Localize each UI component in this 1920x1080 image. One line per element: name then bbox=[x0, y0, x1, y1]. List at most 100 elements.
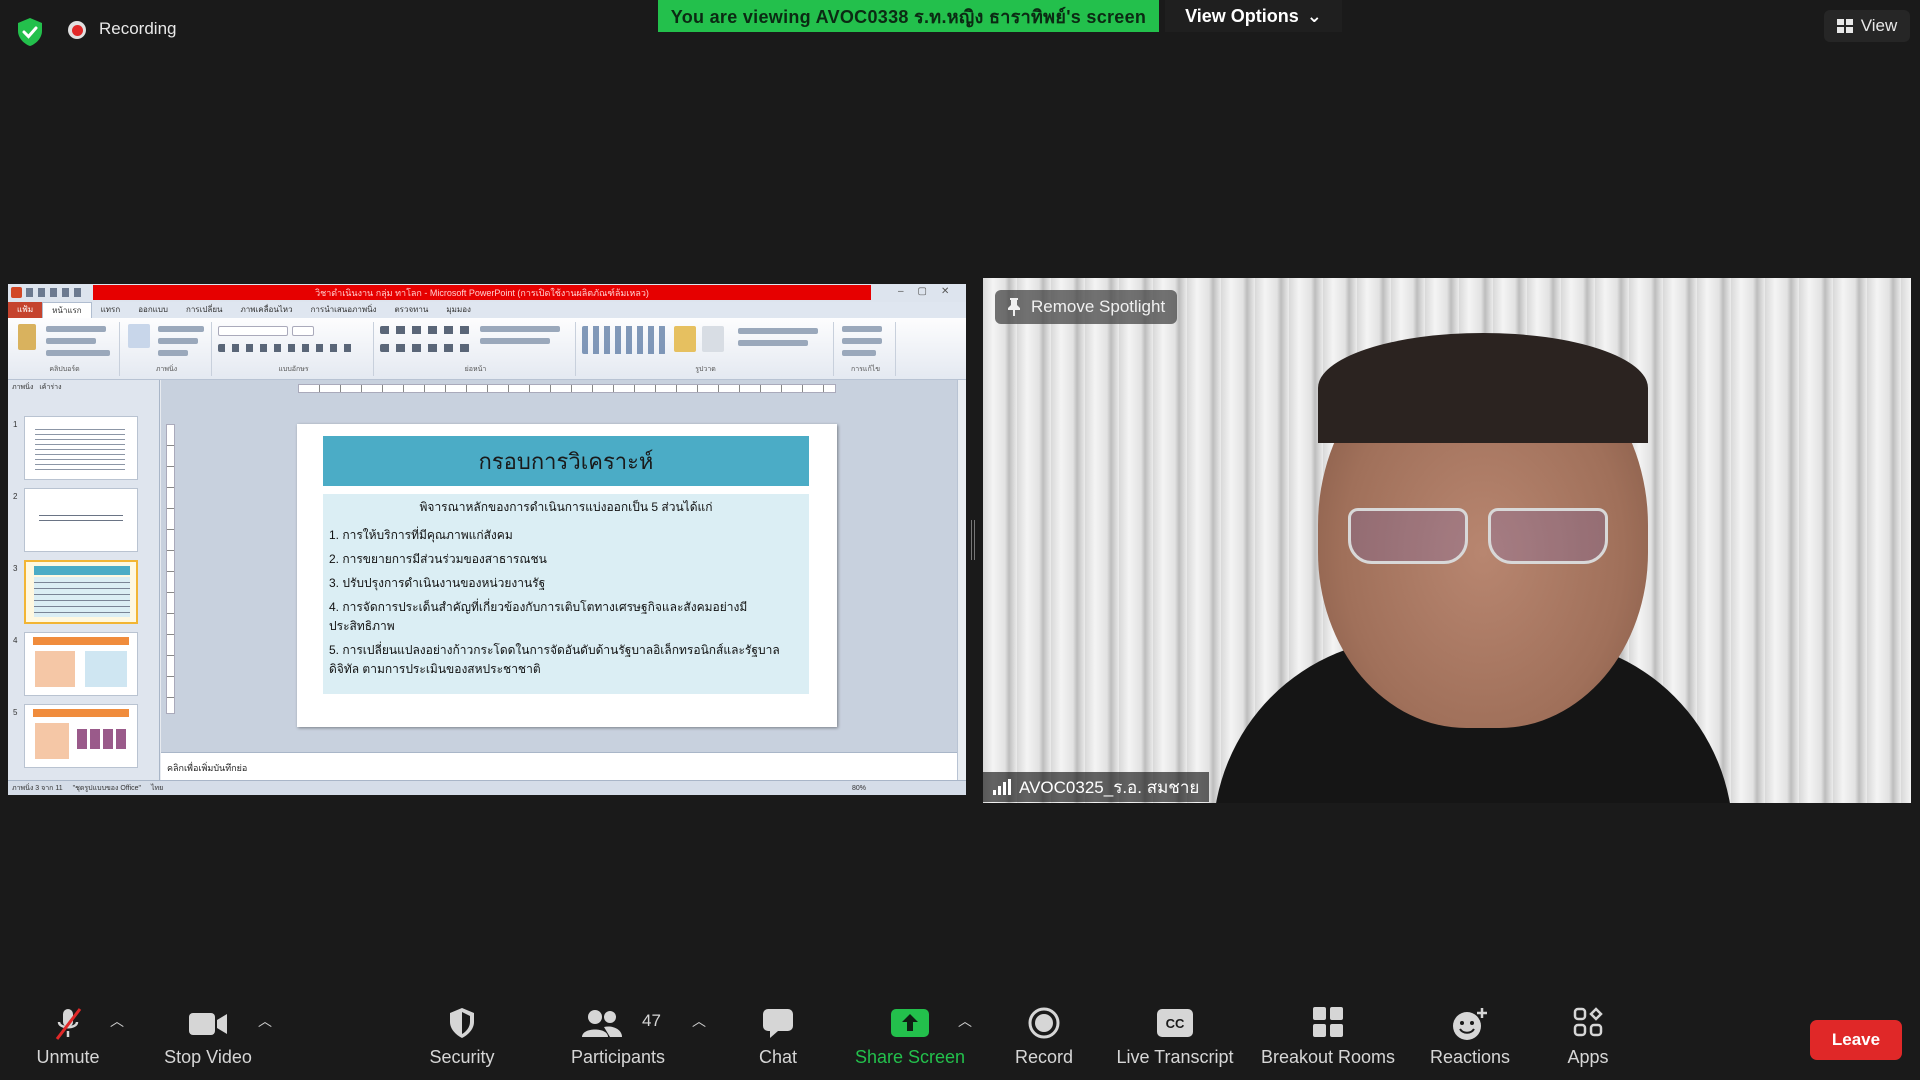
font-size-box bbox=[292, 326, 314, 336]
quick-access-icons bbox=[26, 288, 86, 297]
thumbnail-number: 4 bbox=[13, 636, 18, 645]
live-transcript-label: Live Transcript bbox=[1116, 1047, 1234, 1067]
slide-list-item: 1. การให้บริการที่มีคุณภาพแก่สังคม bbox=[329, 528, 513, 542]
security-shield-icon bbox=[450, 1008, 474, 1038]
share-options-caret-icon[interactable]: ︿ bbox=[958, 1011, 972, 1031]
ribbon-group-label: ภาพนิ่ง bbox=[155, 366, 178, 373]
slide-list-item: 3. ปรับปรุงการดำเนินงานของหน่วยงานรัฐ bbox=[329, 576, 546, 590]
current-slide[interactable]: กรอบการวิเคราะห์ พิจารณาหลักของการดำเนิน… bbox=[297, 424, 837, 727]
participant-video-tile[interactable]: Remove Spotlight AVOC0325_ร.อ. สมชาย bbox=[983, 278, 1911, 803]
shared-screen[interactable]: วิชาดำเนินงาน กลุ่ม ทาโลก - Microsoft Po… bbox=[8, 284, 966, 795]
breakout-rooms-button[interactable]: Breakout Rooms bbox=[1256, 995, 1400, 1080]
view-options-label: View Options bbox=[1185, 5, 1299, 26]
unmute-button[interactable]: Unmute bbox=[20, 995, 116, 1080]
status-slide-count: ภาพนิ่ง 3 จาก 11 bbox=[12, 784, 63, 792]
video-camera-icon bbox=[189, 1013, 227, 1035]
view-label: View bbox=[1860, 16, 1898, 35]
shapes-gallery bbox=[582, 326, 666, 354]
slide-thumbnail bbox=[24, 416, 138, 480]
slide-thumbnail bbox=[24, 632, 138, 696]
paste-icon bbox=[18, 324, 36, 350]
record-icon bbox=[1028, 1007, 1060, 1039]
slide-list-item: 2. การขยายการมีส่วนร่วมของสาธารณชน bbox=[329, 552, 547, 566]
vertical-ruler bbox=[166, 424, 175, 714]
new-slide-icon bbox=[128, 324, 150, 348]
status-language: ไทย bbox=[151, 784, 164, 792]
live-transcript-button[interactable]: CC Live Transcript bbox=[1110, 995, 1240, 1080]
chevron-down-icon: ⌄ bbox=[1306, 5, 1322, 26]
pane-resize-handle[interactable] bbox=[971, 520, 975, 560]
ribbon-group-label: รูปวาด bbox=[695, 366, 716, 373]
apps-icon bbox=[1573, 1007, 1603, 1037]
apps-button[interactable]: Apps bbox=[1540, 995, 1636, 1080]
ribbon-group-label: คลิปบอร์ด bbox=[49, 366, 80, 373]
ppt-window-title: วิชาดำเนินงาน กลุ่ม ทาโลก - Microsoft Po… bbox=[93, 285, 871, 300]
stop-video-label: Stop Video bbox=[164, 1047, 252, 1067]
participants-button[interactable]: 47 Participants bbox=[560, 995, 676, 1080]
chat-bubble-icon bbox=[763, 1009, 793, 1038]
reactions-emoji-icon bbox=[1453, 1008, 1487, 1040]
chat-button[interactable]: Chat bbox=[730, 995, 826, 1080]
participants-label: Participants bbox=[570, 1047, 666, 1067]
participant-glasses-left bbox=[1348, 508, 1468, 564]
leave-button[interactable]: Leave bbox=[1810, 1020, 1902, 1060]
slide-bullet-list: 1. การให้บริการที่มีคุณภาพแก่สังคม 2. กา… bbox=[329, 526, 805, 684]
ppt-app-icon bbox=[11, 287, 22, 298]
ppt-titlebar: วิชาดำเนินงาน กลุ่ม ทาโลก - Microsoft Po… bbox=[8, 284, 966, 302]
security-button[interactable]: Security bbox=[414, 995, 510, 1080]
reactions-button[interactable]: Reactions bbox=[1420, 995, 1520, 1080]
horizontal-ruler bbox=[298, 384, 836, 393]
thumbnail-number: 2 bbox=[13, 492, 18, 501]
ppt-status-bar: ภาพนิ่ง 3 จาก 11 "ชุดรูปแบบของ Office" ไ… bbox=[8, 780, 966, 795]
slide-list-item: 5. การเปลี่ยนแปลงอย่างก้าวกระโดดในการจัด… bbox=[329, 643, 780, 676]
thumbnail-number: 5 bbox=[13, 708, 18, 717]
ppt-tab-view: มุมมอง bbox=[446, 305, 471, 314]
ribbon-group-label: ย่อหน้า bbox=[464, 366, 487, 373]
recording-icon[interactable] bbox=[68, 21, 86, 39]
slide-thumbnail-selected bbox=[24, 560, 138, 624]
microphone-muted-icon bbox=[55, 1008, 82, 1040]
signal-strength-icon bbox=[993, 779, 1011, 795]
thumbnail-number: 3 bbox=[13, 564, 18, 573]
security-label: Security bbox=[429, 1047, 495, 1067]
participant-name-label: AVOC0325_ร.อ. สมชาย bbox=[983, 772, 1210, 802]
chat-label: Chat bbox=[758, 1047, 798, 1067]
ppt-tab-file: แฟ้ม bbox=[8, 302, 43, 318]
ribbon-group-font: แบบอักษร bbox=[214, 322, 374, 376]
stop-video-button[interactable]: Stop Video bbox=[150, 995, 266, 1080]
slide-list-item: 4. การจัดการประเด็นสำคัญที่เกี่ยวข้องกับ… bbox=[329, 600, 748, 633]
panel-tabs: ภาพนิ่ง เค้าร่าง bbox=[12, 382, 160, 394]
ppt-tab-design: ออกแบบ bbox=[138, 305, 168, 314]
share-screen-label: Share Screen bbox=[854, 1047, 966, 1067]
pin-icon bbox=[1008, 298, 1020, 316]
reactions-label: Reactions bbox=[1429, 1047, 1511, 1067]
audio-options-caret-icon[interactable]: ︿ bbox=[110, 1011, 124, 1031]
ppt-tab-home: หน้าแรก bbox=[42, 302, 92, 318]
ppt-tab-review: ตรวจทาน bbox=[394, 305, 429, 314]
participants-options-caret-icon[interactable]: ︿ bbox=[692, 1011, 706, 1031]
recording-label[interactable]: Recording bbox=[99, 19, 177, 39]
ppt-tab-transitions: การเปลี่ยน bbox=[185, 305, 223, 314]
font-name-box bbox=[218, 326, 288, 336]
video-options-caret-icon[interactable]: ︿ bbox=[258, 1011, 272, 1031]
slide-scrollbar bbox=[957, 380, 966, 780]
share-screen-button[interactable]: Share Screen bbox=[850, 995, 970, 1080]
breakout-rooms-label: Breakout Rooms bbox=[1260, 1047, 1396, 1067]
remove-spotlight-button[interactable]: Remove Spotlight bbox=[995, 290, 1178, 324]
security-shield-icon[interactable] bbox=[14, 16, 46, 48]
ppt-tab-slideshow: การนำเสนอภาพนิ่ง bbox=[310, 305, 377, 314]
closed-caption-icon: CC bbox=[1157, 1009, 1193, 1037]
participants-count: 47 bbox=[642, 1011, 661, 1030]
share-screen-icon bbox=[891, 1009, 929, 1037]
slide-title: กรอบการวิเคราะห์ bbox=[323, 436, 809, 486]
panel-tab-slides: ภาพนิ่ง bbox=[12, 384, 34, 391]
participant-video-hair bbox=[1318, 333, 1648, 443]
slides-panel: ภาพนิ่ง เค้าร่าง 1 2 3 4 5 bbox=[8, 380, 160, 780]
thumbnail-number: 1 bbox=[13, 420, 18, 429]
view-button[interactable]: View bbox=[1824, 10, 1910, 42]
ribbon-group-clipboard: คลิปบอร์ด bbox=[10, 322, 120, 376]
ribbon-group-editing: การแก้ไข bbox=[836, 322, 896, 376]
record-button[interactable]: Record bbox=[996, 995, 1092, 1080]
view-options-button[interactable]: View Options ⌄ bbox=[1165, 0, 1342, 32]
remove-spotlight-label: Remove Spotlight bbox=[1031, 297, 1166, 316]
